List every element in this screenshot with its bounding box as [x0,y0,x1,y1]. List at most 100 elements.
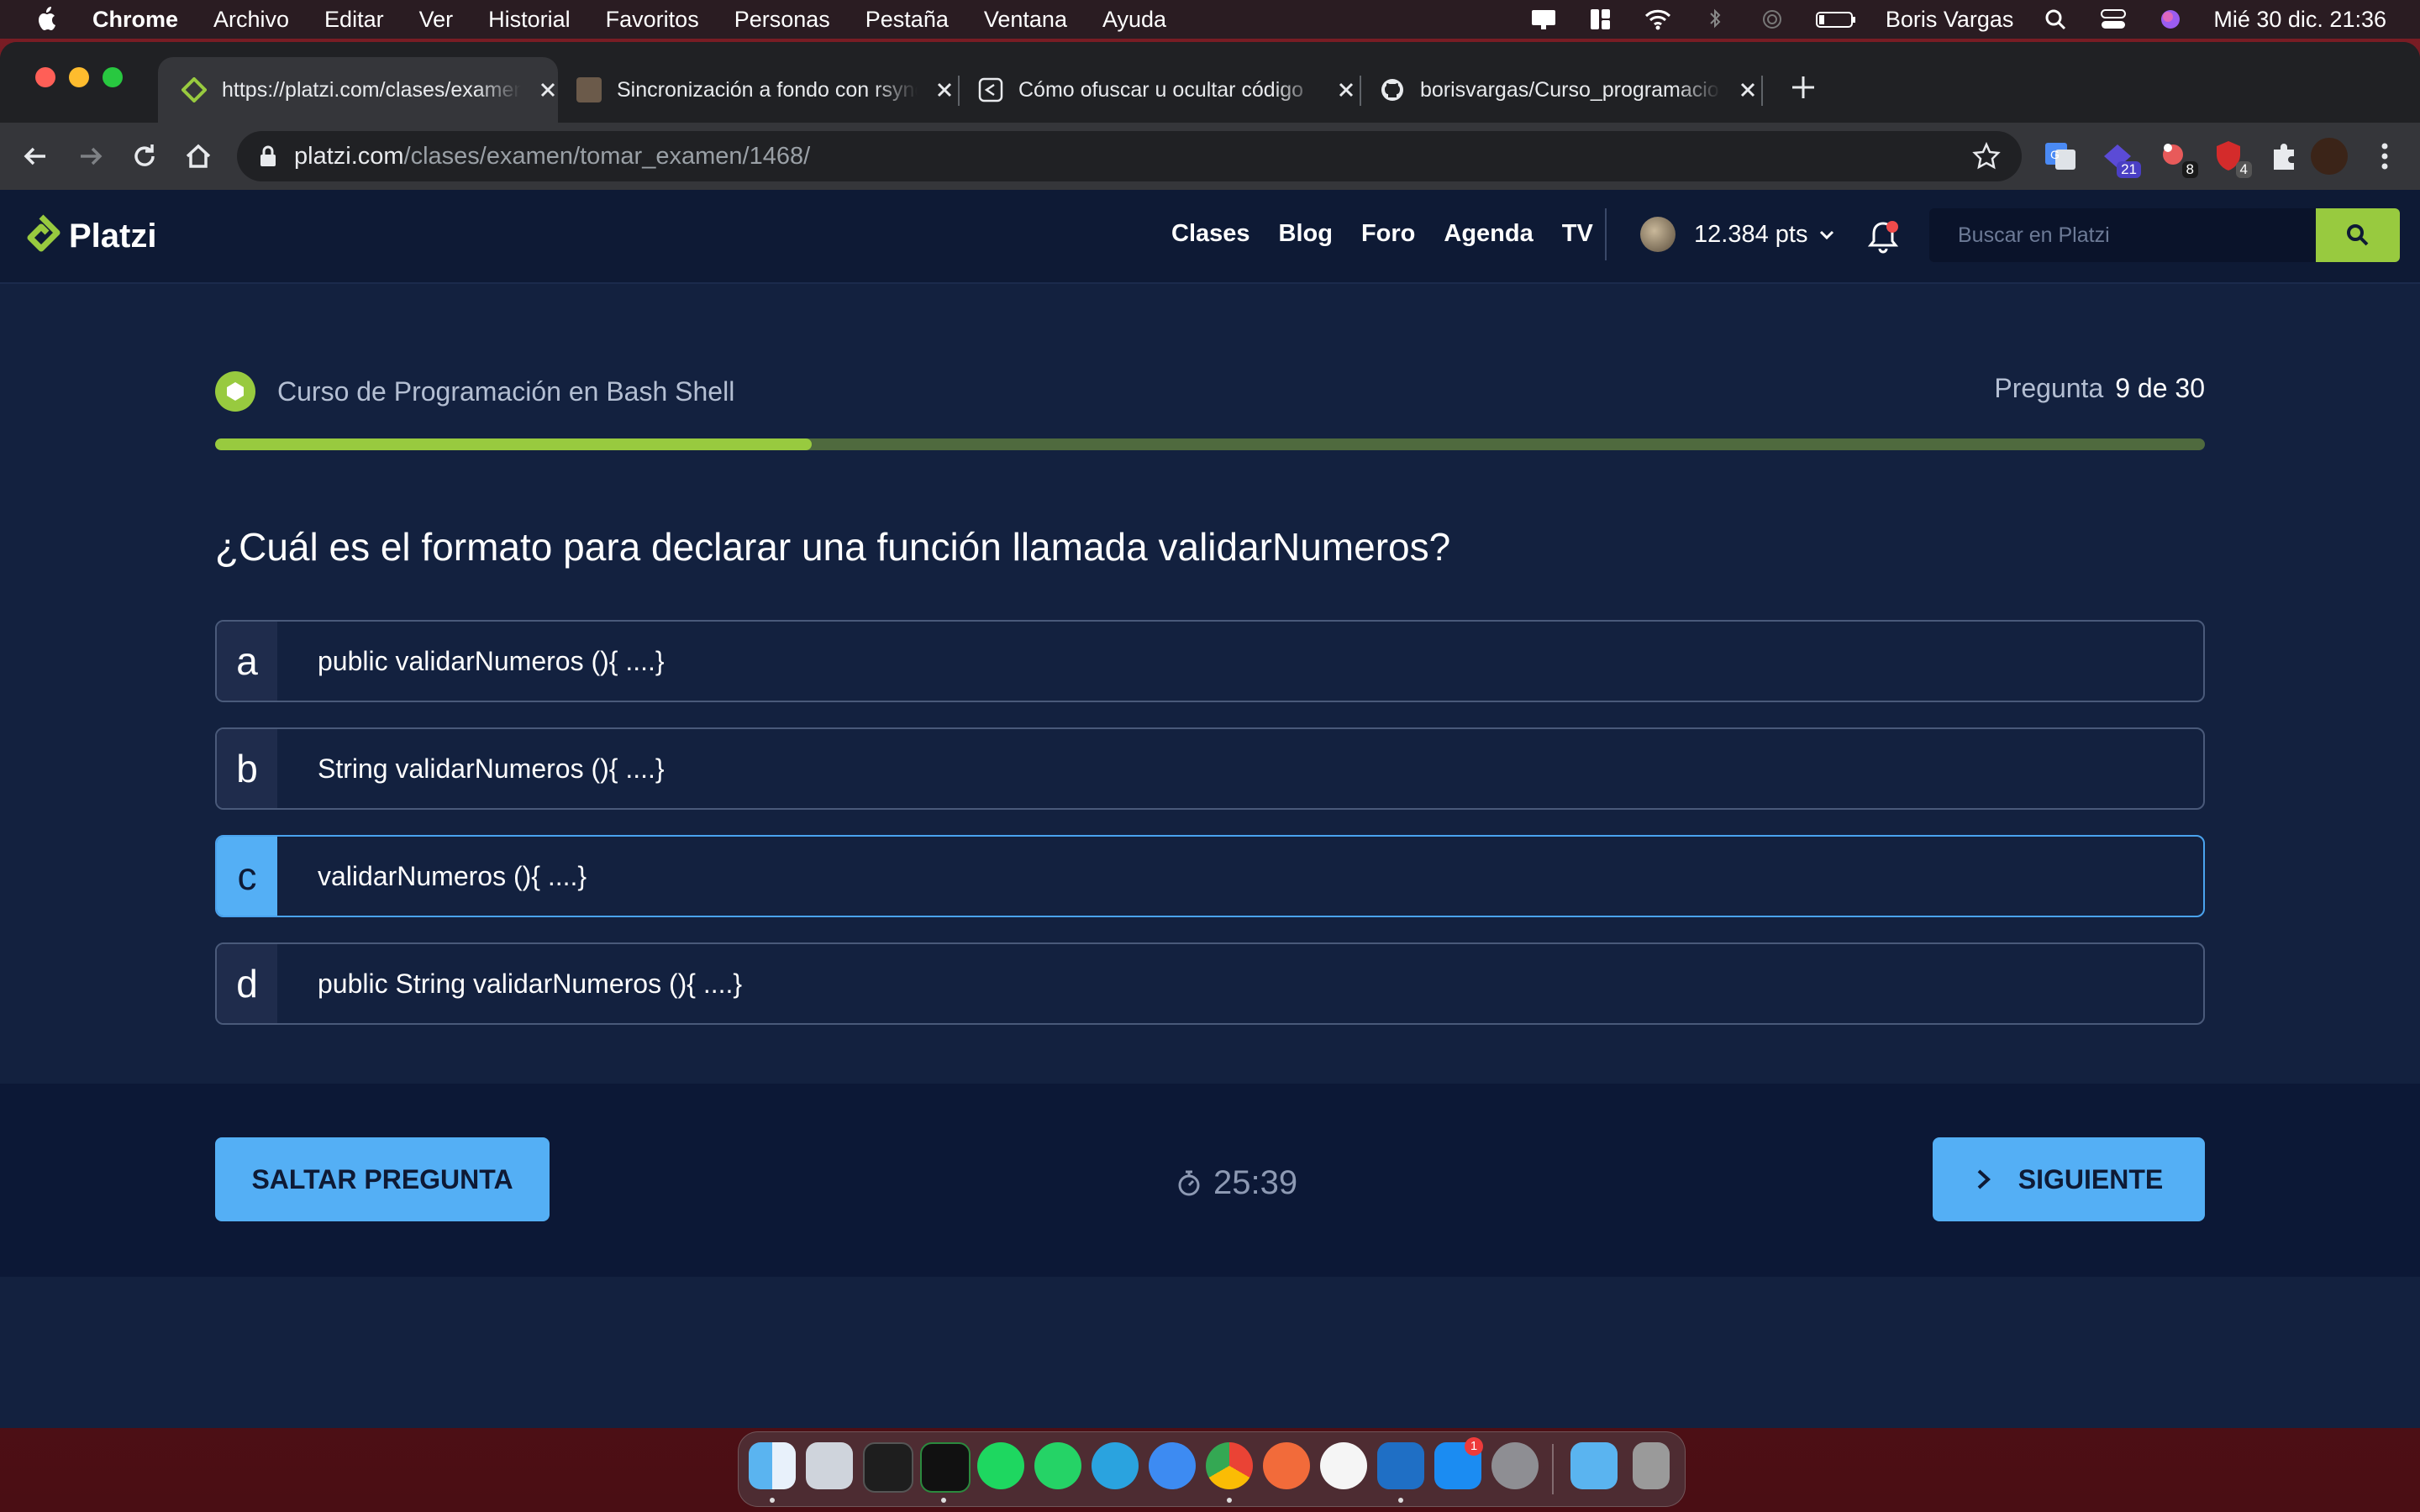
bluetooth-icon[interactable] [1701,8,1729,31]
extension-red-bear[interactable]: 8 [2156,138,2198,178]
browser-toolbar: platzi.com/clases/examen/tomar_examen/14… [0,123,2420,190]
menu-ayuda[interactable]: Ayuda [1102,7,1166,33]
system-preferences-icon[interactable] [1491,1442,1539,1489]
profile-avatar[interactable] [2311,138,2348,175]
close-tab-icon[interactable] [1738,80,1758,100]
extension-shield[interactable]: 4 [2210,138,2252,178]
battery-icon[interactable] [1815,8,1857,31]
reload-icon[interactable] [128,139,161,173]
notification-off-icon[interactable] [1529,8,1558,31]
menu-archivo[interactable]: Archivo [213,7,289,33]
postman-icon[interactable] [1263,1442,1310,1489]
close-tab-icon[interactable] [1336,80,1356,100]
platzi-logo[interactable]: Platzi [22,213,156,259]
tab-strip: https://platzi.com/clases/examen/tomar_e… [0,42,2420,123]
extension-badge: 8 [2181,161,2198,178]
option-letter: c [217,837,277,916]
terminal-icon[interactable] [863,1442,913,1493]
user-points-menu[interactable]: 12.384 pts [1640,217,1836,252]
question-label: Pregunta [1994,373,2104,403]
menu-personas[interactable]: Personas [734,7,830,33]
search-button[interactable] [2316,208,2400,262]
lock-icon[interactable] [259,144,277,168]
notification-bell-icon[interactable] [1865,218,1901,255]
tab-platzi-exam[interactable]: https://platzi.com/clases/examen/tomar_e… [158,57,558,123]
address-bar[interactable]: platzi.com/clases/examen/tomar_examen/14… [237,131,2022,181]
tab-rsync[interactable]: Sincronización a fondo con rsync [553,57,955,123]
spotify-icon[interactable] [977,1442,1024,1489]
menu-favoritos[interactable]: Favoritos [606,7,699,33]
forward-arrow-icon[interactable] [74,139,108,173]
answer-option-a[interactable]: a public validarNumeros (){ ....} [215,620,2205,702]
nav-blog[interactable]: Blog [1279,220,1333,248]
site-search [1929,208,2400,262]
answer-option-d[interactable]: d public String validarNumeros (){ ....} [215,942,2205,1025]
airdrop-icon[interactable] [1758,8,1786,31]
nav-tv[interactable]: TV [1562,220,1593,248]
close-tab-icon[interactable] [934,80,955,100]
skip-question-button[interactable]: SALTAR PREGUNTA [215,1137,550,1221]
close-window-button[interactable] [35,67,55,87]
menu-ver[interactable]: Ver [419,7,454,33]
iterm-icon[interactable] [920,1442,971,1493]
course-header: Curso de Programación en Bash Shell [215,371,734,412]
tab-title: Cómo ofuscar u ocultar código [1018,77,1304,102]
exam-progress-fill [215,438,813,450]
svg-text:G: G [2050,148,2060,161]
spotlight-search-icon[interactable] [2042,8,2070,31]
menu-pestana[interactable]: Pestaña [865,7,949,33]
app-store-badge: 1 [1465,1437,1483,1456]
running-indicator [1398,1498,1403,1503]
window-layout-icon[interactable] [1586,8,1615,31]
next-label: SIGUIENTE [2018,1163,2164,1194]
menubar-username[interactable]: Boris Vargas [1886,7,2014,33]
nav-agenda[interactable]: Agenda [1444,220,1533,248]
safari-icon[interactable] [1149,1442,1196,1489]
tab-github[interactable]: borisvargas/Curso_programacion [1356,57,1758,123]
nav-clases[interactable]: Clases [1171,220,1250,248]
google-translate-extension[interactable]: G [2042,138,2079,175]
github-favicon [1381,79,1403,101]
next-question-button[interactable]: SIGUIENTE [1933,1137,2205,1221]
siri-icon[interactable] [2156,8,2185,31]
launchpad-icon[interactable] [806,1442,853,1489]
nav-divider [1605,208,1607,260]
search-input[interactable] [1929,208,2316,262]
trash-icon[interactable] [1633,1442,1670,1489]
menu-ventana[interactable]: Ventana [984,7,1067,33]
wifi-icon[interactable] [1644,8,1672,31]
platzi-exam-page: Platzi Clases Blog Foro Agenda TV 12.384… [0,190,2420,1428]
downloads-folder-icon[interactable] [1570,1442,1618,1489]
word-icon[interactable] [1320,1442,1367,1489]
menu-app-name[interactable]: Chrome [92,7,178,33]
apple-icon[interactable] [35,6,59,33]
menu-historial[interactable]: Historial [488,7,571,33]
answer-option-c[interactable]: c validarNumeros (){ ....} [215,835,2205,917]
control-center-icon[interactable] [2099,8,2128,31]
share-favicon [978,77,1003,102]
dock-separator [1552,1444,1554,1494]
menubar-clock[interactable]: Mié 30 dic. 21:36 [2213,7,2386,33]
maximize-window-button[interactable] [103,67,123,87]
extension-purple[interactable]: 21 [2099,138,2141,178]
whatsapp-icon[interactable] [1034,1442,1081,1489]
platzi-favicon [182,77,207,102]
back-arrow-icon[interactable] [18,139,52,173]
extensions-puzzle-icon[interactable] [2265,138,2302,175]
vscode-icon[interactable] [1377,1442,1424,1489]
telegram-icon[interactable] [1092,1442,1139,1489]
menu-editar[interactable]: Editar [324,7,384,33]
chrome-icon[interactable] [1206,1442,1253,1489]
user-points: 12.384 pts [1694,220,1808,248]
minimize-window-button[interactable] [69,67,89,87]
tab-ofuscar[interactable]: Cómo ofuscar u ocultar código [955,57,1356,123]
answer-option-b[interactable]: b String validarNumeros (){ ....} [215,727,2205,810]
finder-icon[interactable] [749,1442,796,1489]
new-tab-icon[interactable] [1788,72,1818,102]
extension-badge: 4 [2235,161,2252,178]
user-avatar [1640,217,1676,252]
more-menu-icon[interactable] [2366,138,2403,175]
home-icon[interactable] [182,139,215,173]
bookmark-star-icon[interactable] [1971,141,2002,171]
nav-foro[interactable]: Foro [1361,220,1415,248]
